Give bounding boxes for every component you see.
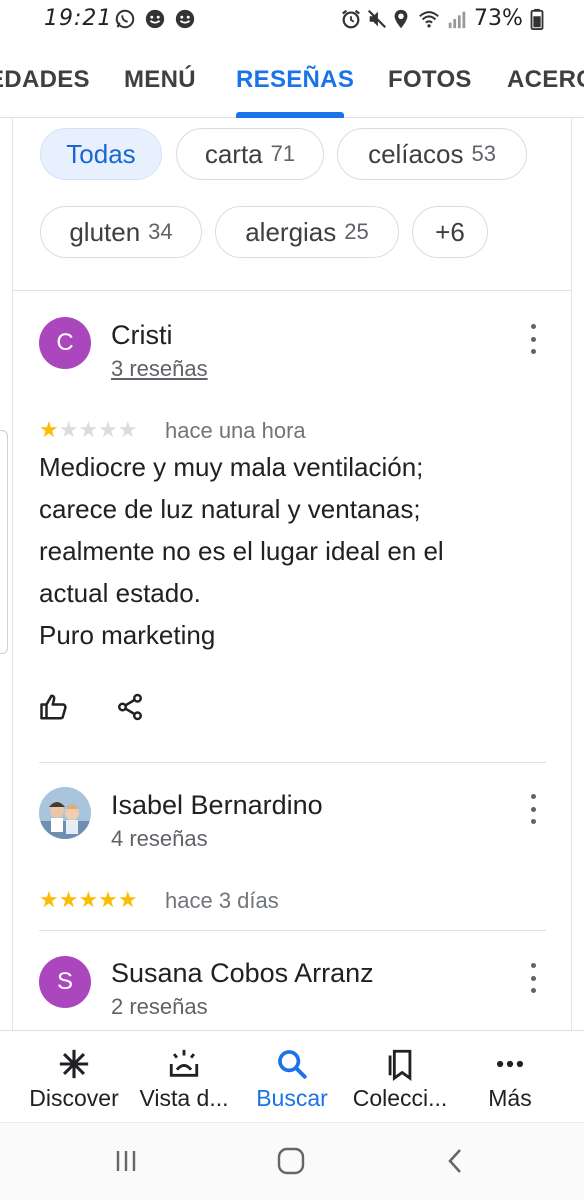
nav-discover[interactable]: Discover <box>18 1031 130 1123</box>
place-tabs: EDADES MENÚ RESEÑAS FOTOS ACERCA <box>0 40 584 118</box>
notification-icon <box>175 9 195 29</box>
reviewer-name[interactable]: Cristi <box>111 320 173 351</box>
reviewer-review-count[interactable]: 4 reseñas <box>111 826 208 852</box>
tab-acerca[interactable]: ACERCA <box>507 66 584 94</box>
asterisk-icon <box>59 1049 89 1079</box>
battery-percent: 73% <box>474 6 523 31</box>
nav-label: Buscar <box>256 1085 328 1111</box>
nav-mas[interactable]: Más <box>470 1031 550 1123</box>
tab-resenas[interactable]: RESEÑAS <box>236 66 354 94</box>
chip-label: +6 <box>435 216 465 247</box>
filter-chip-celiacos[interactable]: celíacos 53 <box>337 128 527 180</box>
avatar-letter: C <box>56 329 74 356</box>
reviewer-name[interactable]: Susana Cobos Arranz <box>111 958 374 989</box>
bottom-navigation: Discover Vista d... Buscar Colecci... Má… <box>0 1030 584 1122</box>
nav-label: Colecci... <box>352 1085 448 1111</box>
chip-count: 71 <box>270 141 296 166</box>
edge-panel-handle[interactable] <box>0 430 8 654</box>
home-icon[interactable] <box>275 1145 307 1177</box>
thumbs-up-icon[interactable] <box>39 692 69 722</box>
more-options-icon[interactable] <box>523 794 543 824</box>
status-time: 19:21 <box>44 6 113 31</box>
review-text-line: Mediocre y muy mala ventilación; <box>39 452 424 482</box>
notification-icon <box>145 9 165 29</box>
system-navigation-bar <box>0 1122 584 1200</box>
more-options-icon[interactable] <box>523 324 543 354</box>
filter-chip-alergias[interactable]: alergias 25 <box>215 206 399 258</box>
signal-icon <box>448 11 466 29</box>
alarm-icon <box>342 9 360 29</box>
reviews-card: Todas carta 71 celíacos 53 gluten 34 ale… <box>12 118 572 1030</box>
reviewer-review-count[interactable]: 3 reseñas <box>111 356 208 382</box>
more-options-icon[interactable] <box>523 963 543 993</box>
tab-novedades[interactable]: EDADES <box>0 66 90 94</box>
review-text: Mediocre y muy mala ventilación; carece … <box>39 446 539 656</box>
filter-chip-todas[interactable]: Todas <box>40 128 162 180</box>
chip-label: alergias <box>245 216 337 247</box>
divider <box>13 290 571 291</box>
star-rating: ★★★★★ <box>39 887 138 912</box>
tab-menu[interactable]: MENÚ <box>124 66 196 94</box>
back-icon[interactable] <box>440 1145 472 1177</box>
status-bar: 19:21 73% <box>0 0 584 40</box>
tab-fotos[interactable]: FOTOS <box>388 66 472 94</box>
avatar-letter: S <box>56 968 73 995</box>
avatar[interactable]: S <box>39 956 91 1008</box>
nav-vista[interactable]: Vista d... <box>130 1031 238 1123</box>
chip-label: carta <box>204 138 263 169</box>
search-icon <box>278 1050 307 1079</box>
profile-photo <box>39 787 91 839</box>
star-rating: ★★★★★ <box>39 417 138 442</box>
sunrise-icon <box>169 1049 199 1077</box>
divider <box>39 930 546 931</box>
chip-label: celíacos <box>368 138 464 169</box>
nav-colecciones[interactable]: Colecci... <box>344 1031 456 1123</box>
nav-label: Discover <box>29 1085 119 1111</box>
avatar[interactable]: C <box>39 317 91 369</box>
share-icon[interactable] <box>115 692 145 722</box>
mute-icon <box>367 9 387 29</box>
filter-chip-more[interactable]: +6 <box>412 206 488 258</box>
reviewer-name[interactable]: Isabel Bernardino <box>111 790 323 821</box>
filter-chip-carta[interactable]: carta 71 <box>176 128 324 180</box>
reviewer-review-count[interactable]: 2 reseñas <box>111 994 208 1020</box>
chip-count: 53 <box>471 141 496 166</box>
nav-label: Vista d... <box>139 1085 229 1111</box>
filter-chip-gluten[interactable]: gluten 34 <box>40 206 202 258</box>
review-text-line: realmente no es el lugar ideal en el <box>39 536 444 566</box>
wifi-icon <box>419 11 439 28</box>
chip-label: Todas <box>66 138 136 169</box>
whatsapp-icon <box>115 9 135 29</box>
avatar[interactable] <box>39 787 91 839</box>
nav-buscar[interactable]: Buscar <box>246 1031 338 1123</box>
battery-icon <box>530 8 544 30</box>
recent-apps-icon[interactable] <box>110 1145 142 1177</box>
chip-count: 34 <box>148 219 173 244</box>
more-icon <box>496 1060 524 1068</box>
chip-label: gluten <box>69 216 141 247</box>
chip-count: 25 <box>344 219 369 244</box>
location-icon <box>394 9 408 29</box>
nav-label: Más <box>488 1085 532 1111</box>
review-text-line: actual estado. <box>39 578 201 608</box>
review-time: hace una hora <box>165 418 306 443</box>
bookmarks-icon <box>388 1049 412 1081</box>
review-text-line: Puro marketing <box>39 620 216 650</box>
review-time: hace 3 días <box>165 888 279 913</box>
divider <box>39 762 546 763</box>
review-text-line: carece de luz natural y ventanas; <box>39 494 421 524</box>
